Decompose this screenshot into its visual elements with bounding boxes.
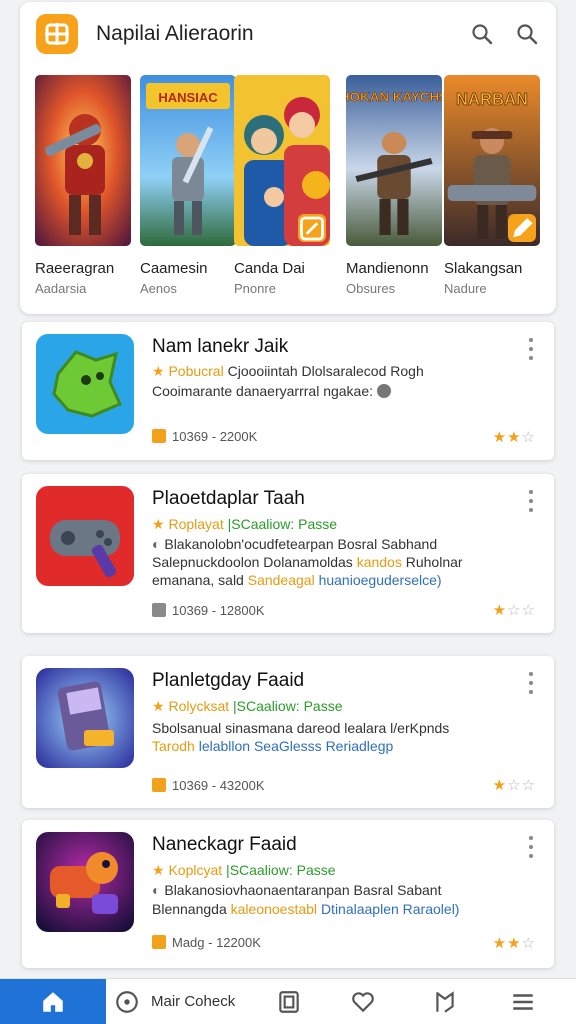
featured-art[interactable] xyxy=(35,75,131,246)
featured-title-text: HANSIAC xyxy=(158,90,218,105)
app-description: Cooimarante danaeryarrral ngakae: xyxy=(152,383,391,399)
app-list-item[interactable]: Naneckagr Faaid ★ Koplcyat |SCaaliow: Pa… xyxy=(22,820,554,968)
app-list-item[interactable]: Nam lanekr Jaik ★ Pobucral Cjoooiintah D… xyxy=(22,322,554,460)
more-options-icon[interactable] xyxy=(524,672,538,694)
more-options-icon[interactable] xyxy=(524,338,538,360)
app-title: Plaoetdaplar Taah xyxy=(152,488,305,509)
featured-title-text: NARBAN xyxy=(456,88,528,109)
app-tags: ★ Rolycksat |SCaaliow: Passe xyxy=(152,698,343,714)
search-icon[interactable] xyxy=(515,22,539,46)
edit-badge-icon[interactable] xyxy=(508,214,536,242)
featured-sub: Aadarsia xyxy=(35,281,87,296)
featured-name: Canda Dai xyxy=(234,260,305,277)
app-description: Sbolsanual sinasmana dareod lealara l/er… xyxy=(152,720,450,736)
featured-art[interactable]: HANSIAC xyxy=(140,75,236,246)
rating-stars: ★★☆ xyxy=(492,935,536,952)
app-icon[interactable] xyxy=(36,668,134,768)
app-icon[interactable] xyxy=(36,334,134,434)
nav-label: Mair Coheck xyxy=(151,993,236,1010)
featured-name: Mandienonn xyxy=(346,260,429,277)
heart-icon[interactable] xyxy=(348,979,378,1024)
edit-badge-icon[interactable] xyxy=(298,214,326,242)
app-title: Nam lanekr Jaik xyxy=(152,336,289,357)
menu-icon[interactable] xyxy=(508,979,538,1024)
home-icon[interactable] xyxy=(0,979,106,1024)
app-meta: 10369 - 2200K xyxy=(152,429,257,444)
featured-art[interactable]: HOKAN KAYCHS xyxy=(346,75,442,246)
featured-sub: Nadure xyxy=(444,281,487,296)
featured-item[interactable]: HANSIAC Caamesin Aenos xyxy=(140,75,236,296)
app-description: ★ Pobucral Cjoooiintah Dlolsaralecod Rog… xyxy=(152,363,424,379)
app-title: Planletgday Faaid xyxy=(152,670,305,691)
more-options-icon[interactable] xyxy=(524,490,538,512)
featured-card: Napilai Alieraorin Raeeragran Aadarsia H… xyxy=(20,2,556,314)
app-title: Naneckagr Faaid xyxy=(152,834,297,855)
rating-stars: ★☆☆ xyxy=(492,777,536,794)
app-title: Napilai Alieraorin xyxy=(96,22,254,45)
compass-icon[interactable] xyxy=(112,979,142,1024)
header: Napilai Alieraorin xyxy=(20,2,556,66)
app-meta: 10369 - 43200K xyxy=(152,778,265,793)
app-icon[interactable] xyxy=(36,486,134,586)
app-description: Tarodh lelabllon SeaGlesss Reriadlegp xyxy=(152,738,394,754)
app-list-item[interactable]: Plaoetdaplar Taah ★ Roplayat |SCaaliow: … xyxy=(22,474,554,633)
featured-item[interactable]: HOKAN KAYCHS Mandienonn Obsures xyxy=(346,75,442,296)
search-icon[interactable] xyxy=(470,22,494,46)
app-description: ◐ Blakanosiovhaonaentaranpan Basral Saba… xyxy=(152,882,442,898)
app-description: ◐ Blakanolobn'ocudfetearpan Bosral Sabha… xyxy=(152,536,438,552)
app-tags: ★ Roplayat |SCaaliow: Passe xyxy=(152,516,338,532)
app-description: Blennangda kaleonoestabl Dtinalaaplen Ra… xyxy=(152,901,460,917)
app-icon[interactable] xyxy=(36,832,134,932)
app-meta: 10369 - 12800K xyxy=(152,603,265,618)
featured-name: Raeeragran xyxy=(35,260,115,277)
app-description: emanana, sald Sandeagal huanioeguderselc… xyxy=(152,572,442,588)
featured-sub: Pnonre xyxy=(234,281,276,296)
featured-item[interactable]: Raeeragran Aadarsia xyxy=(35,75,131,296)
featured-sub: Aenos xyxy=(140,281,177,296)
bottom-nav: Mair Coheck xyxy=(0,978,576,1024)
app-description: Salepnuckdoolon Dolanamoldas kandos Ruho… xyxy=(152,554,463,570)
featured-art[interactable] xyxy=(234,75,330,246)
library-icon[interactable] xyxy=(274,979,304,1024)
flag-icon[interactable] xyxy=(430,979,460,1024)
featured-art[interactable]: NARBAN xyxy=(444,75,540,246)
featured-sub: Obsures xyxy=(346,281,396,296)
featured-item[interactable]: NARBAN Slakangsan Nadure xyxy=(444,75,540,296)
app-list-item[interactable]: Planletgday Faaid ★ Rolycksat |SCaaliow:… xyxy=(22,656,554,808)
app-tags: ★ Koplcyat |SCaaliow: Passe xyxy=(152,862,336,878)
app-meta: Madg - 12200K xyxy=(152,935,261,950)
featured-title-text: HOKAN KAYCHS xyxy=(346,90,442,104)
grid-logo-icon[interactable] xyxy=(36,14,78,54)
rating-stars: ★★☆ xyxy=(492,429,536,446)
featured-name: Caamesin xyxy=(140,260,208,277)
featured-name: Slakangsan xyxy=(444,260,523,277)
featured-item[interactable]: Canda Dai Pnonre xyxy=(234,75,330,296)
rating-stars: ★☆☆ xyxy=(492,602,536,619)
more-options-icon[interactable] xyxy=(524,836,538,858)
